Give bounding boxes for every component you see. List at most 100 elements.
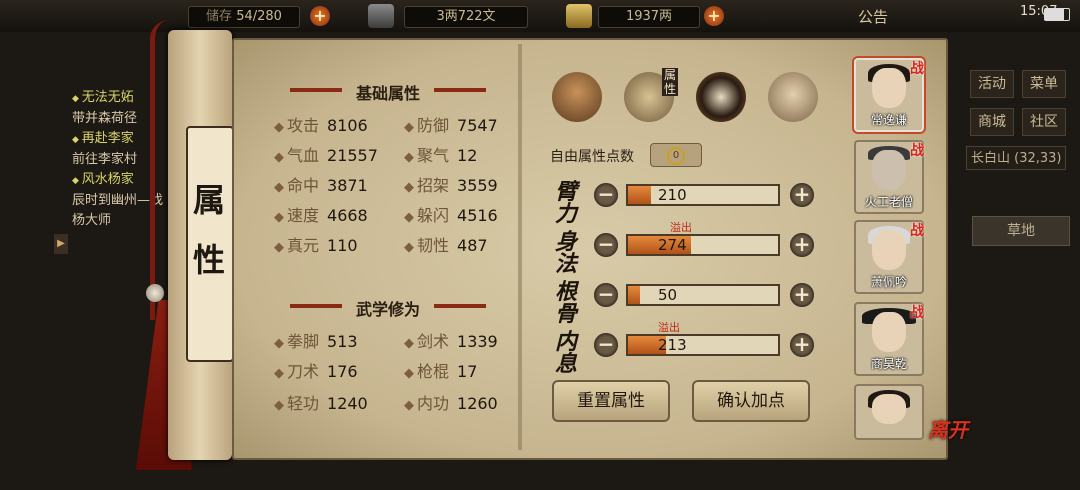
stat-parry: ◆ 招架 3559 — [404, 176, 498, 195]
coin-icon — [368, 4, 394, 28]
battle-tag: 战 — [910, 143, 924, 159]
diamond-icon: ◆ — [274, 150, 284, 165]
diamond-icon: ◆ — [274, 366, 284, 381]
attr-label-strength: 臂力 — [554, 180, 577, 227]
minus-button[interactable]: − — [594, 183, 618, 207]
stat-toughness: ◆ 韧性 487 — [404, 236, 488, 255]
bar-fill — [628, 186, 651, 204]
stat-hit: ◆ 命中 3871 — [274, 176, 368, 195]
party-member-card[interactable]: 战 萧佩吟 — [854, 220, 924, 294]
menu-shop[interactable]: 商城 — [970, 108, 1014, 136]
overflow-label: 溢出 — [670, 221, 692, 234]
stat-speed: ◆ 速度 4668 — [274, 206, 368, 225]
battle-tag: 战 — [910, 223, 924, 239]
agility-bar: 274 — [626, 234, 780, 256]
portrait — [872, 394, 906, 424]
basic-attr-title: 基础属性 — [355, 84, 420, 103]
attr-label-agility: 身法 — [554, 230, 577, 277]
stat-dodge: ◆ 躲闪 4516 — [404, 206, 498, 225]
tab-body-icon[interactable] — [768, 72, 818, 122]
battle-tag: 战 — [910, 61, 924, 77]
portrait — [872, 150, 906, 190]
silver-display: 1937两 — [598, 6, 700, 28]
menu-community[interactable]: 社区 — [1022, 108, 1066, 136]
diamond-icon: ◆ — [404, 120, 414, 135]
stat-inner: ◆ 内功 1260 — [404, 394, 498, 413]
diamond-icon: ◆ — [274, 398, 284, 413]
battery-icon — [1044, 8, 1070, 21]
plus-button[interactable]: + — [790, 233, 814, 257]
member-name: 火工老僧 — [864, 195, 913, 209]
breath-bar: 213 — [626, 334, 780, 356]
bottom-nav — [244, 458, 248, 473]
scroll-cord — [150, 20, 169, 320]
battle-tag: 战 — [910, 305, 924, 321]
stat-attack: ◆ 攻击 8106 — [274, 116, 368, 135]
free-points-label: 自由属性点数 — [550, 149, 634, 165]
portrait — [872, 68, 906, 108]
minus-button[interactable]: − — [594, 233, 618, 257]
martial-title: 武学修为 — [355, 300, 420, 319]
scroll-title: 属性 — [192, 181, 225, 279]
title-ornament — [290, 88, 342, 92]
title-ornament — [434, 304, 486, 308]
notice-button[interactable]: 公告 — [858, 6, 888, 27]
menu-main[interactable]: 菜单 — [1022, 70, 1066, 98]
overflow-label: 溢出 — [658, 321, 680, 334]
stat-spear: ◆ 枪棍 17 — [404, 362, 478, 381]
diamond-icon: ◆ — [274, 240, 284, 255]
minus-button[interactable]: − — [594, 283, 618, 307]
member-name: 常逸谦 — [870, 113, 907, 127]
free-points-value: 0 — [650, 143, 702, 167]
diamond-icon: ◆ — [404, 180, 414, 195]
diamond-icon: ◆ — [274, 180, 284, 195]
bag-capacity: 储存 54/280 — [188, 6, 300, 28]
stat-defense: ◆ 防御 7547 — [404, 116, 498, 135]
tab-hat-icon[interactable] — [552, 72, 602, 122]
expand-arrow-icon[interactable]: ▶ — [54, 234, 68, 254]
plus-button[interactable]: + — [790, 283, 814, 307]
add-silver-button[interactable]: + — [704, 6, 724, 26]
attr-label-breath: 内息 — [554, 330, 577, 377]
stat-sword: ◆ 剑术 1339 — [404, 332, 498, 351]
title-ornament — [434, 88, 486, 92]
silver-ingot-icon — [566, 4, 592, 28]
portrait — [872, 230, 906, 270]
stat-true-energy: ◆ 真元 110 — [274, 236, 358, 255]
diamond-icon: ◆ — [404, 366, 414, 381]
bead-icon — [146, 284, 164, 302]
stat-hp: ◆ 气血 21557 — [274, 146, 378, 165]
member-name: 商昊乾 — [870, 357, 907, 371]
confirm-points-button[interactable]: 确认加点 — [692, 380, 810, 422]
portrait — [872, 312, 906, 352]
diamond-icon: ◆ — [404, 210, 414, 225]
stat-blade: ◆ 刀术 176 — [274, 362, 358, 381]
party-member-card[interactable]: 战 常逸谦 — [854, 58, 924, 132]
tab-attr-label: 属性 — [662, 68, 678, 96]
party-member-card[interactable]: 战 火工老僧 — [854, 140, 924, 214]
leave-button[interactable]: 离开 — [928, 414, 968, 443]
title-ornament — [290, 304, 342, 308]
plus-button[interactable]: + — [790, 183, 814, 207]
plus-button[interactable]: + — [790, 333, 814, 357]
diamond-icon: ◆ — [404, 240, 414, 255]
party-member-card[interactable] — [854, 384, 924, 440]
tab-bagua-icon[interactable] — [696, 72, 746, 122]
diamond-icon: ◆ — [404, 336, 414, 351]
member-name: 萧佩吟 — [870, 275, 907, 289]
menu-activity[interactable]: 活动 — [970, 70, 1014, 98]
attr-label-constitution: 根骨 — [554, 280, 577, 327]
panel-divider — [518, 44, 522, 450]
constitution-bar: 50 — [626, 284, 780, 306]
minus-button[interactable]: − — [594, 333, 618, 357]
terrain-label: 草地 — [972, 216, 1070, 246]
diamond-icon: ◆ — [404, 398, 414, 413]
reset-attributes-button[interactable]: 重置属性 — [552, 380, 670, 422]
add-bag-button[interactable]: + — [310, 6, 330, 26]
party-member-card[interactable]: 战 商昊乾 — [854, 302, 924, 376]
stat-gather: ◆ 聚气 12 — [404, 146, 478, 165]
stat-fist: ◆ 拳脚 513 — [274, 332, 358, 351]
diamond-icon: ◆ — [274, 210, 284, 225]
diamond-icon: ◆ — [404, 150, 414, 165]
stat-lightness: ◆ 轻功 1240 — [274, 394, 368, 413]
